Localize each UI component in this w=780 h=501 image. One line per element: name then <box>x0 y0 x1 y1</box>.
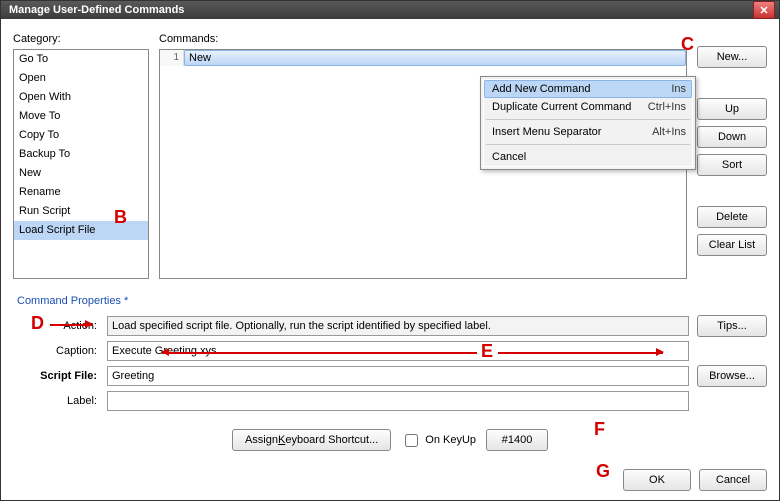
menu-separator <box>486 144 690 145</box>
on-keyup-checkbox-wrap[interactable]: On KeyUp <box>401 431 476 450</box>
category-item[interactable]: Move To <box>14 107 148 126</box>
category-item[interactable]: Go To <box>14 50 148 69</box>
tips-button[interactable]: Tips... <box>697 315 767 337</box>
command-row-index: 1 <box>160 50 184 66</box>
menu-item-accel: Ins <box>663 83 686 95</box>
category-item[interactable]: Load Script File <box>14 221 148 240</box>
category-item[interactable]: Run Script <box>14 202 148 221</box>
footer-row: OK Cancel <box>13 469 767 491</box>
category-label: Category: <box>13 33 149 45</box>
label-field[interactable] <box>107 391 689 411</box>
label-label: Label: <box>13 395 99 407</box>
menu-item-accel: Ctrl+Ins <box>640 101 686 113</box>
delete-button[interactable]: Delete <box>697 206 767 228</box>
close-icon[interactable]: ✕ <box>753 1 775 19</box>
id-button[interactable]: #1400 <box>486 429 548 451</box>
menu-item-label: Duplicate Current Command <box>492 101 640 113</box>
menu-item[interactable]: Duplicate Current CommandCtrl+Ins <box>484 98 692 116</box>
script-file-label: Script File: <box>13 370 99 382</box>
command-properties-heading: Command Properties * <box>17 295 767 307</box>
menu-item-label: Cancel <box>492 151 678 163</box>
window-title: Manage User-Defined Commands <box>5 4 753 16</box>
category-item[interactable]: Rename <box>14 183 148 202</box>
category-item[interactable]: Open <box>14 69 148 88</box>
dialog-window: Manage User-Defined Commands ✕ B C D E F… <box>0 0 780 501</box>
shortcut-row: Assign Keyboard Shortcut... On KeyUp #14… <box>13 429 767 451</box>
menu-item[interactable]: Cancel <box>484 148 692 166</box>
up-button[interactable]: Up <box>697 98 767 120</box>
commands-label: Commands: <box>159 33 687 45</box>
menu-item[interactable]: Add New CommandIns <box>484 80 692 98</box>
properties-form: Action: Tips... Caption: Script File: Br… <box>13 315 767 411</box>
category-item[interactable]: Open With <box>14 88 148 107</box>
new-context-menu[interactable]: Add New CommandInsDuplicate Current Comm… <box>480 76 696 170</box>
action-field <box>107 316 689 336</box>
command-row[interactable]: 1New <box>160 50 686 66</box>
on-keyup-checkbox[interactable] <box>405 434 418 447</box>
ok-button[interactable]: OK <box>623 469 691 491</box>
menu-item-accel: Alt+Ins <box>644 126 686 138</box>
new-button[interactable]: New... <box>697 46 767 68</box>
action-label: Action: <box>13 320 99 332</box>
clear-list-button[interactable]: Clear List <box>697 234 767 256</box>
command-row-text: New <box>184 50 686 66</box>
side-buttons-column: New... Up Down Sort Delete Clear List <box>697 29 767 279</box>
menu-item[interactable]: Insert Menu SeparatorAlt+Ins <box>484 123 692 141</box>
down-button[interactable]: Down <box>697 126 767 148</box>
menu-separator <box>486 119 690 120</box>
category-listbox[interactable]: Go ToOpenOpen WithMove ToCopy ToBackup T… <box>13 49 149 279</box>
caption-label: Caption: <box>13 345 99 357</box>
browse-button[interactable]: Browse... <box>697 365 767 387</box>
script-file-field[interactable] <box>107 366 689 386</box>
cancel-button[interactable]: Cancel <box>699 469 767 491</box>
sort-button[interactable]: Sort <box>697 154 767 176</box>
category-item[interactable]: New <box>14 164 148 183</box>
titlebar: Manage User-Defined Commands ✕ <box>1 1 779 19</box>
category-item[interactable]: Copy To <box>14 126 148 145</box>
on-keyup-label: On KeyUp <box>425 434 476 446</box>
assign-shortcut-button[interactable]: Assign Keyboard Shortcut... <box>232 429 391 451</box>
menu-item-label: Add New Command <box>492 83 663 95</box>
caption-field[interactable] <box>107 341 689 361</box>
menu-item-label: Insert Menu Separator <box>492 126 644 138</box>
category-item[interactable]: Backup To <box>14 145 148 164</box>
category-column: Category: Go ToOpenOpen WithMove ToCopy … <box>13 29 149 279</box>
